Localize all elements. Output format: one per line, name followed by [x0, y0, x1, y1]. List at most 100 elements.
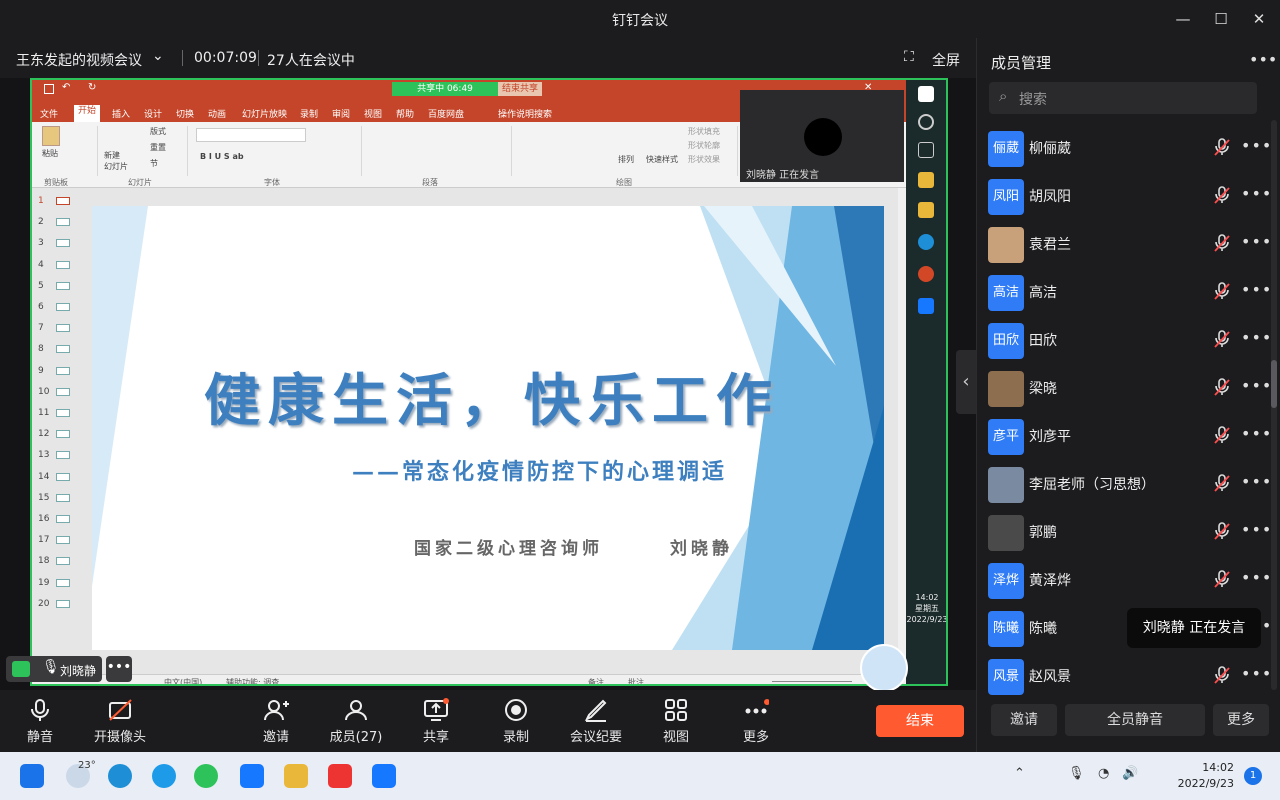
more-icon[interactable]: •••	[106, 656, 132, 682]
minimize-icon[interactable]: —	[1170, 8, 1196, 30]
notification-badge[interactable]: 1	[1244, 767, 1262, 785]
chevron-down-icon[interactable]: ⌄	[152, 48, 164, 64]
slide-thumbnail[interactable]: 12	[38, 429, 78, 441]
slide-thumbnail[interactable]: 15	[38, 493, 78, 505]
invite-button[interactable]: 邀请	[236, 698, 316, 748]
more-icon[interactable]: •••	[1241, 280, 1272, 299]
slide-thumbnail[interactable]: 5	[38, 281, 78, 293]
member-row[interactable]: 泽烨 黄泽烨 •••	[977, 556, 1271, 604]
maximize-icon[interactable]: ☐	[1208, 8, 1234, 30]
more-icon[interactable]: •••	[1241, 520, 1272, 539]
dingtalk-icon[interactable]	[918, 298, 934, 314]
more-icon[interactable]: •••	[1241, 664, 1272, 683]
menu-slideshow[interactable]: 幻灯片放映	[242, 107, 287, 120]
shape-fill-button[interactable]: 形状填充	[688, 126, 720, 137]
mic-muted-icon[interactable]	[1213, 426, 1231, 444]
slide-thumbnail[interactable]: 9	[38, 366, 78, 378]
slide-thumbnail[interactable]: 16	[38, 514, 78, 526]
meeting-name[interactable]: 王东发起的视频会议	[16, 50, 142, 70]
task-view-icon[interactable]	[918, 142, 934, 158]
menu-baidu[interactable]: 百度网盘	[428, 107, 464, 120]
slide-thumbnail[interactable]: 18	[38, 556, 78, 568]
member-row[interactable]: 郭鹏 •••	[977, 508, 1271, 556]
os-clock[interactable]: 14:02 2022/9/23	[1170, 760, 1234, 792]
save-icon[interactable]	[44, 84, 54, 94]
minutes-button[interactable]: 会议纪要	[556, 698, 636, 748]
menu-transitions[interactable]: 切换	[176, 107, 194, 120]
folder-icon[interactable]	[918, 172, 934, 188]
menu-record[interactable]: 录制	[300, 107, 318, 120]
mic-muted-icon[interactable]	[1213, 666, 1231, 684]
menu-view[interactable]: 视图	[364, 107, 382, 120]
dingtalk-meeting-icon[interactable]	[372, 764, 396, 788]
slide-thumbnail[interactable]: 7	[38, 323, 78, 335]
more-icon[interactable]: •••	[1241, 232, 1272, 251]
slide-thumbnail[interactable]: 19	[38, 578, 78, 590]
status-accessibility[interactable]: 辅助功能: 调查	[226, 677, 279, 684]
camera-button[interactable]: 开摄像头	[80, 698, 160, 748]
member-row[interactable]: 李屈老师（习思想） •••	[977, 460, 1271, 508]
fullscreen-button[interactable]: 全屏	[932, 50, 960, 70]
more-icon[interactable]: •••	[1241, 328, 1272, 347]
undo-icon[interactable]: ↶	[62, 82, 70, 93]
slide-thumbnail[interactable]: 3	[38, 238, 78, 250]
mic-muted-icon[interactable]	[1213, 474, 1231, 492]
end-meeting-button[interactable]: 结束	[876, 705, 964, 737]
member-row[interactable]: 凤阳 胡凤阳 •••	[977, 172, 1271, 220]
slide-thumbnail[interactable]: 11	[38, 408, 78, 420]
comments-button[interactable]: 批注	[628, 677, 644, 684]
more-icon[interactable]: •••	[1241, 424, 1272, 443]
scrollbar-thumb[interactable]	[1271, 360, 1277, 408]
more-icon[interactable]: •••	[1241, 472, 1272, 491]
menu-help[interactable]: 帮助	[396, 107, 414, 120]
view-button[interactable]: 视图	[636, 698, 716, 748]
menu-search[interactable]: 操作说明搜索	[498, 107, 552, 120]
new-slide-button[interactable]: 新建 幻灯片	[104, 150, 128, 172]
chevron-up-icon[interactable]: ⌃	[1014, 766, 1025, 781]
app-icon[interactable]	[240, 764, 264, 788]
member-row[interactable]: 俪葳 柳俪葳 •••	[977, 124, 1271, 172]
member-row[interactable]: 袁君兰 •••	[977, 220, 1271, 268]
mic-muted-icon[interactable]	[1213, 186, 1231, 204]
mic-muted-icon[interactable]	[1213, 330, 1231, 348]
more-icon[interactable]: •••	[1241, 376, 1272, 395]
slide-thumbnail[interactable]: 14	[38, 472, 78, 484]
search-icon[interactable]	[918, 114, 934, 130]
powerpoint-icon[interactable]	[918, 266, 934, 282]
slide-thumbnail[interactable]: 20	[38, 599, 78, 611]
member-row[interactable]: 田欣 田欣 •••	[977, 316, 1271, 364]
windows-start-icon[interactable]	[20, 764, 44, 788]
file-explorer-icon[interactable]	[284, 764, 308, 788]
zoom-slider[interactable]	[772, 681, 852, 682]
more-button[interactable]: 更多	[716, 698, 796, 748]
slide-thumbnail[interactable]: 6	[38, 302, 78, 314]
notes-button[interactable]: 备注	[588, 677, 604, 684]
mic-muted-icon[interactable]	[1213, 234, 1231, 252]
member-row[interactable]: 彦平 刘彦平 •••	[977, 412, 1271, 460]
slide-thumbnail[interactable]: 1	[38, 196, 78, 208]
member-row[interactable]: 风景 赵风景 •••	[977, 652, 1271, 700]
close-icon[interactable]: ✕	[1246, 8, 1272, 30]
slide-thumbnail[interactable]: 2	[38, 217, 78, 229]
mic-muted-icon[interactable]	[1213, 282, 1231, 300]
end-share-button[interactable]: 结束共享	[498, 82, 542, 96]
ie-icon[interactable]	[152, 764, 176, 788]
mic-icon[interactable]: 🎙	[1068, 766, 1085, 781]
shape-outline-button[interactable]: 形状轮廓	[688, 140, 720, 151]
mute-all-button[interactable]: 全员静音	[1065, 704, 1205, 736]
redo-icon[interactable]: ↻	[88, 82, 96, 93]
more-icon[interactable]: •••	[1249, 50, 1277, 69]
quick-style-button[interactable]: 快速样式	[646, 154, 678, 165]
more-icon[interactable]: •••	[1241, 136, 1272, 155]
share-button[interactable]: 共享	[396, 698, 476, 748]
menu-file[interactable]: 文件	[40, 107, 58, 120]
menu-review[interactable]: 审阅	[332, 107, 350, 120]
wechat-icon[interactable]	[194, 764, 218, 788]
panel-more-button[interactable]: 更多	[1213, 704, 1269, 736]
mic-muted-icon[interactable]	[1213, 570, 1231, 588]
arrange-button[interactable]: 排列	[618, 154, 634, 165]
member-row[interactable]: 梁晓 •••	[977, 364, 1271, 412]
more-icon[interactable]: •••	[1241, 184, 1272, 203]
mic-muted-icon[interactable]	[1213, 378, 1231, 396]
assistant-avatar-icon[interactable]	[860, 644, 908, 692]
